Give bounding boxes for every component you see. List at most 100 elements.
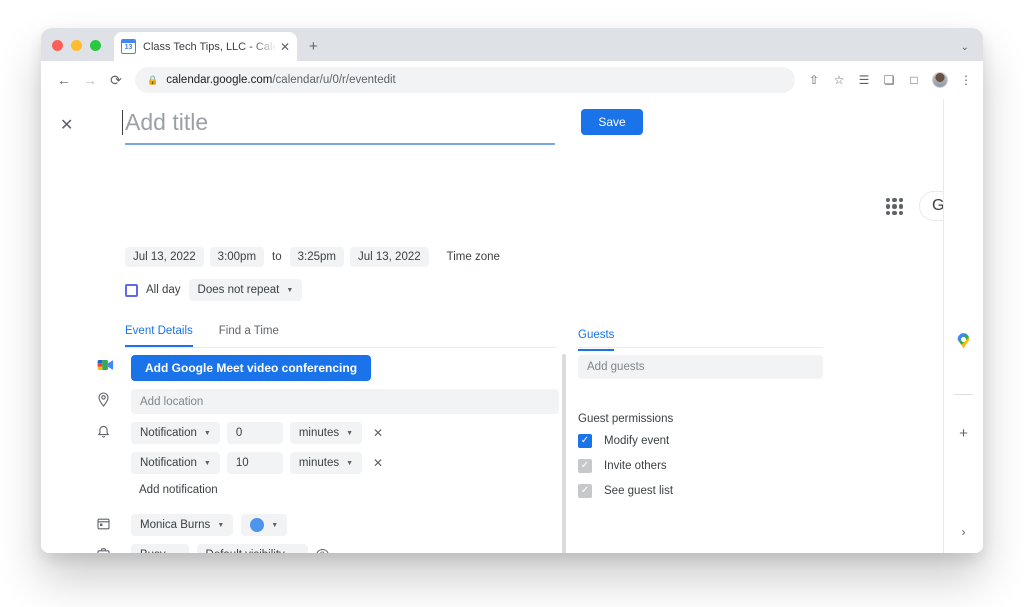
notification-amount-input[interactable]: 0 (227, 422, 283, 444)
profile-avatar[interactable] (932, 72, 948, 88)
minimize-window-button[interactable] (71, 40, 82, 51)
notification-type-dropdown[interactable]: Notification ▼ (131, 422, 220, 444)
reload-icon[interactable]: ⟳ (103, 72, 129, 89)
event-color-dropdown[interactable]: ▼ (241, 514, 287, 536)
event-details-panel: Add Google Meet video conferencing Add l… (97, 355, 559, 553)
chevron-down-icon: ▼ (204, 460, 211, 467)
editor-tabs-divider (125, 347, 557, 348)
guests-tabs-divider (578, 347, 823, 348)
location-pin-icon (97, 389, 131, 410)
forward-icon[interactable]: → (77, 72, 103, 88)
all-day-checkbox[interactable] (125, 284, 138, 297)
collapse-rail-icon[interactable]: › (944, 525, 983, 539)
invite-others-label: Invite others (604, 460, 667, 472)
address-bar[interactable]: 🔒 calendar.google.com/calendar/u/0/r/eve… (135, 67, 795, 93)
event-title-wrapper: Add title (125, 109, 555, 145)
datetime-row: Jul 13, 2022 3:00pm to 3:25pm Jul 13, 20… (125, 247, 500, 267)
url-path: /calendar/u/0/r/eventedit (272, 74, 395, 86)
notification-amount-input[interactable]: 10 (227, 452, 283, 474)
notification-list: Notification ▼ 0 minutes ▼ ✕ (131, 422, 387, 510)
add-google-meet-button[interactable]: Add Google Meet video conferencing (131, 355, 371, 381)
start-date-field[interactable]: Jul 13, 2022 (125, 247, 204, 267)
end-time-field[interactable]: 3:25pm (290, 247, 344, 267)
calendar-owner-dropdown[interactable]: Monica Burns ▼ (131, 514, 233, 536)
notification-row: Notification ▼ 10 minutes ▼ ✕ (131, 452, 387, 474)
side-panel-icon[interactable]: □ (907, 74, 921, 86)
text-caret (122, 110, 123, 135)
notification-unit-value: minutes (299, 457, 339, 469)
browser-toolbar: ← → ⟳ 🔒 calendar.google.com/calendar/u/0… (41, 61, 983, 99)
notification-type-dropdown[interactable]: Notification ▼ (131, 452, 220, 474)
tab-event-details[interactable]: Event Details (125, 325, 193, 347)
notification-unit-dropdown[interactable]: minutes ▼ (290, 422, 362, 444)
event-title-input[interactable]: Add title (125, 109, 555, 145)
url-domain: calendar.google.com (166, 74, 272, 86)
editor-header: ✕ Add title Save Google (41, 99, 983, 149)
window-traffic-lights (52, 40, 101, 51)
meet-row: Add Google Meet video conferencing (97, 355, 559, 381)
save-button[interactable]: Save (581, 109, 643, 135)
location-placeholder: Add location (140, 396, 203, 408)
busy-controls: Busy ▼ Default visibility ▼ ? (131, 544, 329, 553)
briefcase-icon (97, 544, 131, 553)
chevron-down-icon: ▼ (173, 552, 180, 554)
invite-others-checkbox[interactable]: ✓ (578, 459, 592, 473)
repeat-value: Does not repeat (198, 284, 280, 296)
calendar-icon (97, 514, 131, 533)
end-date-field[interactable]: Jul 13, 2022 (350, 247, 429, 267)
permission-row-modify-event[interactable]: ✓ Modify event (578, 434, 828, 448)
see-guest-list-checkbox[interactable]: ✓ (578, 484, 592, 498)
busy-dropdown[interactable]: Busy ▼ (131, 544, 189, 553)
guest-permissions-header: Guest permissions (578, 413, 828, 425)
tab-strip: 13 Class Tech Tips, LLC - Calenda ✕ + ⌄ (41, 28, 983, 61)
new-tab-button[interactable]: + (309, 39, 318, 54)
timezone-button[interactable]: Time zone (447, 251, 500, 263)
notification-unit-dropdown[interactable]: minutes ▼ (290, 452, 362, 474)
repeat-dropdown[interactable]: Does not repeat ▼ (189, 279, 303, 301)
guests-tab-wrap: Guests (578, 325, 614, 343)
extensions-puzzle-icon[interactable]: ❏ (882, 74, 896, 86)
busy-visibility-row: Busy ▼ Default visibility ▼ ? (97, 544, 559, 553)
maximize-window-button[interactable] (90, 40, 101, 51)
details-scrollbar[interactable] (562, 354, 566, 553)
notification-type-value: Notification (140, 427, 197, 439)
chevron-down-icon: ▼ (346, 430, 353, 437)
favicon-date-label: 13 (122, 43, 135, 53)
location-input[interactable]: Add location (131, 389, 559, 414)
visibility-value: Default visibility (206, 549, 285, 553)
add-notification-button[interactable]: Add notification (139, 484, 387, 496)
back-icon[interactable]: ← (51, 72, 77, 88)
permission-row-invite-others[interactable]: ✓ Invite others (578, 459, 828, 473)
remove-notification-icon[interactable]: ✕ (369, 456, 387, 470)
editor-tabs: Event Details Find a Time (125, 325, 279, 347)
calendar-owner-value: Monica Burns (140, 519, 210, 531)
modify-event-checkbox[interactable]: ✓ (578, 434, 592, 448)
event-color-swatch (250, 518, 264, 532)
chevron-down-icon[interactable]: ⌄ (961, 42, 969, 53)
chevron-down-icon: ▼ (271, 522, 278, 529)
tab-find-a-time[interactable]: Find a Time (219, 325, 279, 347)
rail-divider (954, 394, 973, 395)
google-side-rail: + › (943, 99, 983, 553)
layers-icon[interactable]: ☰ (857, 74, 871, 86)
help-icon[interactable]: ? (316, 549, 329, 554)
close-window-button[interactable] (52, 40, 63, 51)
permission-row-see-guest-list[interactable]: ✓ See guest list (578, 484, 828, 498)
start-time-field[interactable]: 3:00pm (210, 247, 264, 267)
tab-close-icon[interactable]: ✕ (280, 41, 290, 53)
bookmark-star-icon[interactable]: ☆ (832, 74, 846, 86)
remove-notification-icon[interactable]: ✕ (369, 426, 387, 440)
browser-tab[interactable]: 13 Class Tech Tips, LLC - Calenda ✕ (114, 32, 297, 61)
event-title-placeholder: Add title (125, 109, 208, 135)
close-editor-button[interactable]: ✕ (60, 115, 73, 135)
add-app-icon[interactable]: + (944, 425, 983, 442)
to-label: to (270, 251, 284, 263)
toolbar-icon-group: ⇧ ☆ ☰ ❏ □ ⋮ (801, 72, 973, 88)
modify-event-label: Modify event (604, 435, 669, 447)
visibility-dropdown[interactable]: Default visibility ▼ (197, 544, 308, 553)
chrome-menu-icon[interactable]: ⋮ (959, 74, 973, 86)
share-icon[interactable]: ⇧ (807, 74, 821, 86)
google-apps-icon[interactable] (886, 198, 903, 215)
add-guests-input[interactable]: Add guests (578, 355, 823, 379)
chevron-down-icon: ▼ (346, 460, 353, 467)
